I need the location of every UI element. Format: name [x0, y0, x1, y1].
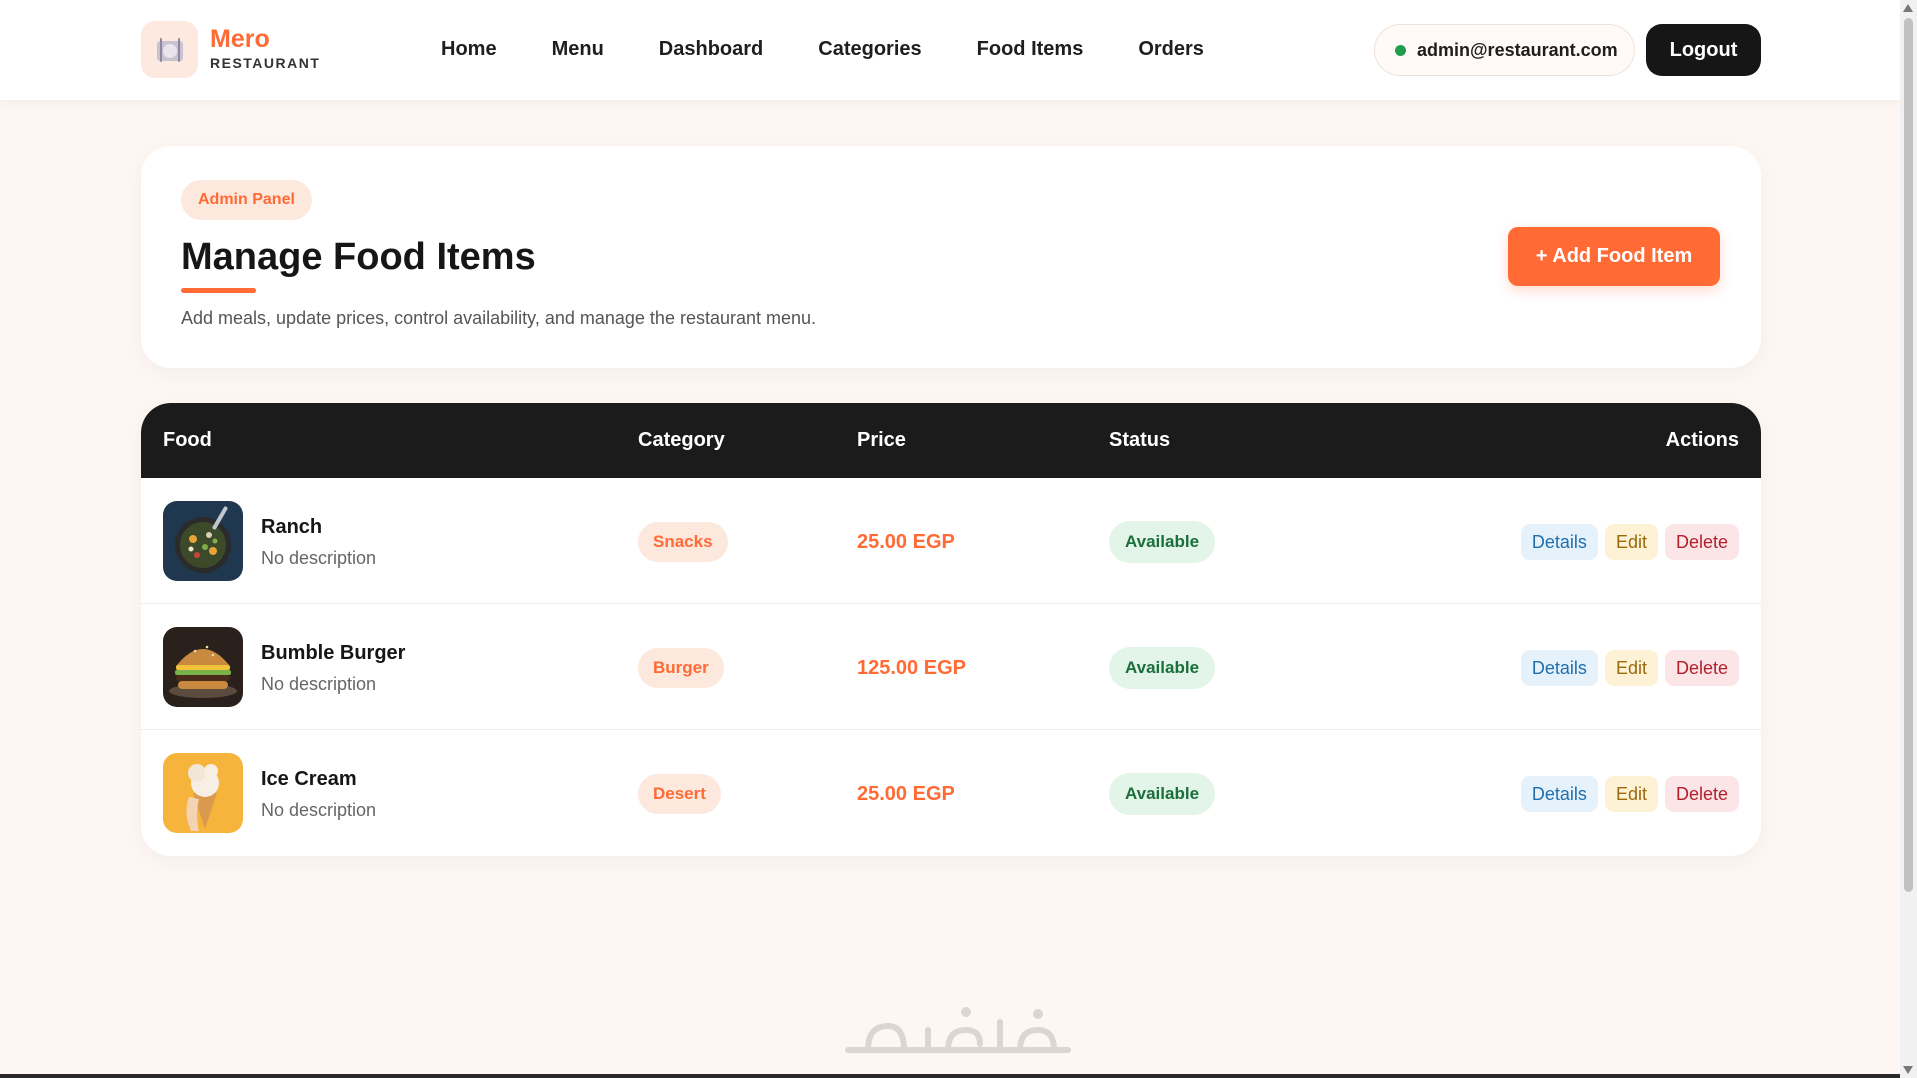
plate-cutlery-icon — [156, 37, 183, 62]
edit-button[interactable]: Edit — [1604, 524, 1658, 560]
brand-logo[interactable] — [141, 21, 198, 78]
category-badge: Desert — [638, 774, 721, 814]
food-description: No description — [261, 800, 377, 820]
delete-button[interactable]: Delete — [1664, 650, 1739, 686]
edit-button[interactable]: Edit — [1604, 776, 1658, 812]
edit-button[interactable]: Edit — [1604, 650, 1658, 686]
column-header-food: Food — [163, 429, 212, 451]
category-badge: Snacks — [638, 522, 728, 562]
online-status-icon — [1395, 44, 1406, 56]
nav-link-food-items[interactable]: Food Items — [977, 38, 1084, 61]
table-row: Bumble Burger No description Burger 125.… — [141, 604, 1761, 730]
title-underline — [181, 288, 256, 293]
scrollbar-thumb[interactable] — [1904, 18, 1913, 892]
nav-link-categories[interactable]: Categories — [818, 38, 921, 61]
scroll-down-icon[interactable] — [1903, 1066, 1913, 1074]
food-description: No description — [261, 548, 377, 568]
nav-link-dashboard[interactable]: Dashboard — [659, 38, 763, 61]
status-badge: Available — [1109, 647, 1216, 689]
food-price: 25.00 EGP — [857, 531, 955, 553]
status-badge: Available — [1109, 773, 1216, 815]
salad-bowl-image — [163, 501, 243, 581]
window-bottom-border — [0, 1074, 1900, 1078]
add-food-item-button[interactable]: + Add Food Item — [1508, 227, 1720, 286]
table-row: Ice Cream No description Desert 25.00 EG… — [141, 730, 1761, 856]
user-badge: admin@restaurant.com — [1374, 24, 1635, 76]
food-name: Bumble Burger — [261, 642, 406, 664]
food-description: No description — [261, 674, 377, 694]
page-header-card: Admin Panel Manage Food Items Add meals,… — [141, 146, 1761, 368]
food-price: 25.00 EGP — [857, 783, 955, 805]
page-title: Manage Food Items — [181, 236, 536, 278]
nav-link-menu[interactable]: Menu — [552, 38, 604, 61]
status-badge: Available — [1109, 521, 1216, 563]
row-actions: Details Edit Delete — [1520, 650, 1739, 686]
category-badge: Burger — [638, 648, 724, 688]
page-subtitle: Add meals, update prices, control availa… — [181, 308, 817, 328]
food-price: 125.00 EGP — [857, 657, 966, 679]
column-header-category: Category — [638, 429, 725, 451]
details-button[interactable]: Details — [1520, 776, 1598, 812]
nav-link-orders[interactable]: Orders — [1138, 38, 1204, 61]
food-name: Ice Cream — [261, 768, 357, 790]
main-nav: Home Menu Dashboard Categories Food Item… — [441, 38, 1259, 61]
ice-cream-cone-image — [163, 753, 243, 833]
nav-link-home[interactable]: Home — [441, 38, 497, 61]
details-button[interactable]: Details — [1520, 524, 1598, 560]
brand-name: Mero — [210, 25, 270, 53]
khamsat-logo-watermark — [838, 1000, 1078, 1060]
column-header-status: Status — [1109, 429, 1171, 451]
logout-button[interactable]: Logout — [1646, 24, 1761, 76]
user-email: admin@restaurant.com — [1417, 39, 1618, 60]
food-name: Ranch — [261, 516, 323, 538]
details-button[interactable]: Details — [1520, 650, 1598, 686]
table-row: Ranch No description Snacks 25.00 EGP Av… — [141, 478, 1761, 604]
row-actions: Details Edit Delete — [1520, 524, 1739, 560]
burger-image — [163, 627, 243, 707]
table-header: Food Category Price Status Actions — [141, 403, 1761, 478]
food-items-table: Food Category Price Status Actions Ranch… — [141, 403, 1761, 856]
navbar: Mero RESTAURANT Home Menu Dashboard Cate… — [0, 0, 1900, 100]
column-header-actions: Actions — [1665, 429, 1739, 451]
delete-button[interactable]: Delete — [1664, 524, 1739, 560]
scroll-up-icon[interactable] — [1903, 4, 1913, 12]
admin-panel-badge: Admin Panel — [181, 180, 312, 220]
brand-subtitle: RESTAURANT — [210, 55, 321, 71]
delete-button[interactable]: Delete — [1664, 776, 1739, 812]
column-header-price: Price — [857, 429, 906, 451]
brand-text[interactable]: Mero RESTAURANT — [210, 25, 321, 71]
row-actions: Details Edit Delete — [1520, 776, 1739, 812]
